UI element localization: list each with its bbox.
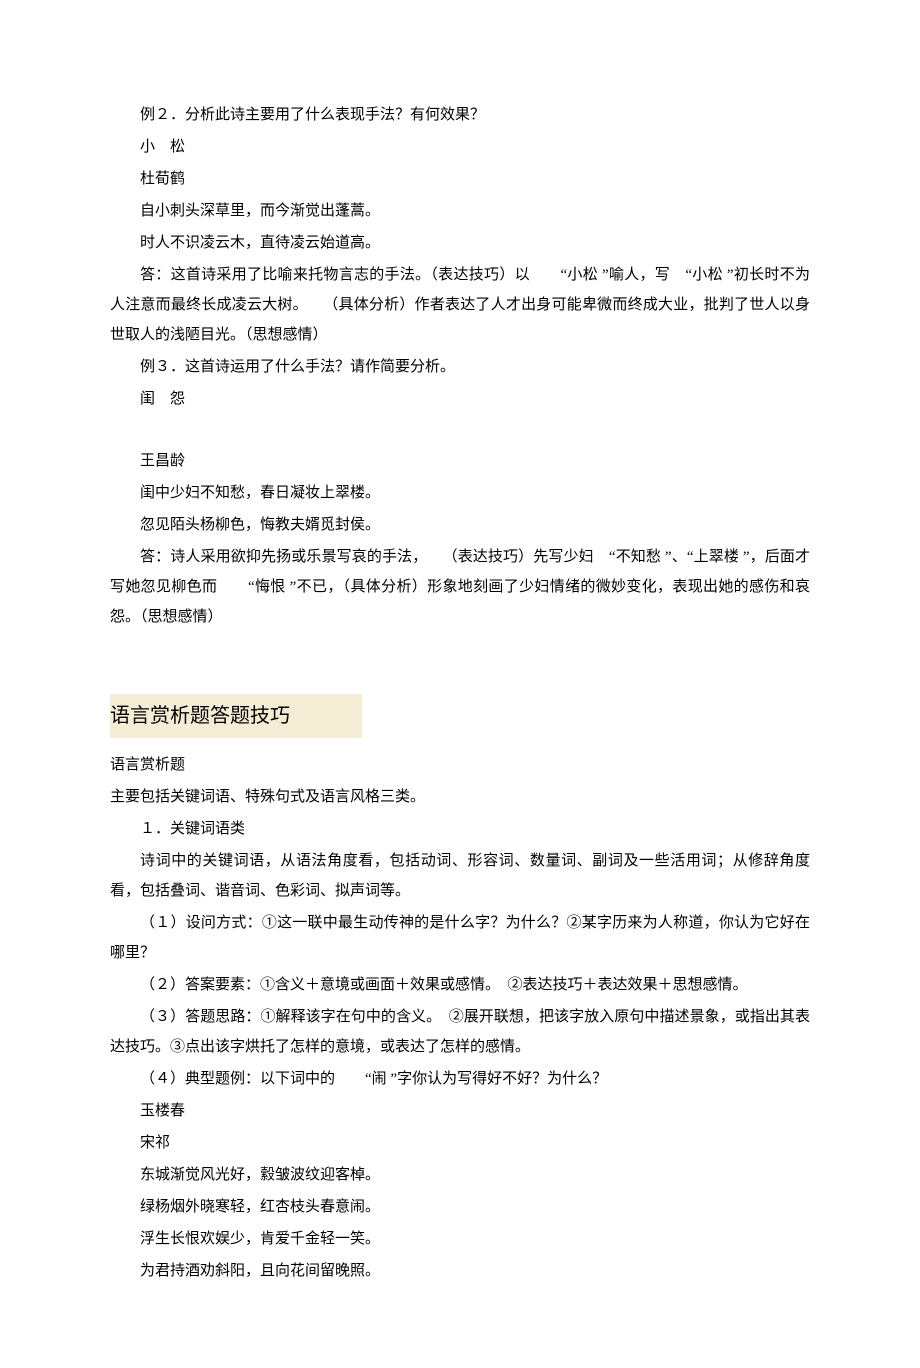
keyword-desc: 诗词中的关键词语，从语法角度看，包括动词、形容词、数量词、副词及一些活用词；从修… (110, 846, 810, 906)
intro-line1: 语言赏析题 (110, 750, 810, 780)
poem3-line4: 为君持酒劝斜阳，且向花间留晚照。 (110, 1256, 810, 1286)
intro-line2: 主要包括关键词语、特殊句式及语言风格三类。 (110, 782, 810, 812)
section-heading: 语言赏析题答题技巧 (110, 694, 810, 738)
example2-answer: 答：这首诗采用了比喻来托物言志的手法。（表达技巧）以 “小松 ”喻人，写 “小松… (110, 260, 810, 350)
poem2-author: 王昌龄 (110, 446, 810, 476)
poem1-line1: 自小刺头深草里，而今渐觉出蓬蒿。 (110, 196, 810, 226)
poem1-author: 杜荀鹤 (110, 164, 810, 194)
poem2-line2: 忽见陌头杨柳色，悔教夫婿觅封侯。 (110, 510, 810, 540)
poem2-title: 闺 怨 (110, 384, 810, 414)
item4: （４）典型题例：以下词中的 “闹 ”字你认为写得好不好？为什么？ (110, 1064, 810, 1094)
poem3-author: 宋祁 (110, 1128, 810, 1158)
keyword-heading: １．关键词语类 (110, 814, 810, 844)
item2: （２）答案要素：①含义＋意境或画面＋效果或感情。 ②表达技巧＋表达效果＋思想感情… (110, 970, 810, 1000)
poem3-line2: 绿杨烟外晓寒轻，红杏枝头春意闹。 (110, 1192, 810, 1222)
spacer (110, 416, 810, 446)
poem1-title: 小 松 (110, 132, 810, 162)
example3-prompt: 例３．这首诗运用了什么手法？请作简要分析。 (110, 352, 810, 382)
example3-answer: 答：诗人采用欲抑先扬或乐景写哀的手法， （表达技巧）先写少妇 “不知愁 ”、“上… (110, 542, 810, 632)
poem1-line2: 时人不识凌云木，直待凌云始道高。 (110, 228, 810, 258)
poem3-title: 玉楼春 (110, 1096, 810, 1126)
poem3-line3: 浮生长恨欢娱少，肯爱千金轻一笑。 (110, 1224, 810, 1254)
poem2-line1: 闺中少妇不知愁，春日凝妆上翠楼。 (110, 478, 810, 508)
poem3-line1: 东城渐觉风光好，縠皱波纹迎客棹。 (110, 1160, 810, 1190)
example2-prompt: 例２．分析此诗主要用了什么表现手法？有何效果？ (110, 100, 810, 130)
spacer-large (110, 634, 810, 694)
item1: （１）设问方式：①这一联中最生动传神的是什么字？为什么？②某字历来为人称道，你认… (110, 908, 810, 968)
item3: （３）答题思路：①解释该字在句中的含义。 ②展开联想，把该字放入原句中描述景象，… (110, 1002, 810, 1062)
